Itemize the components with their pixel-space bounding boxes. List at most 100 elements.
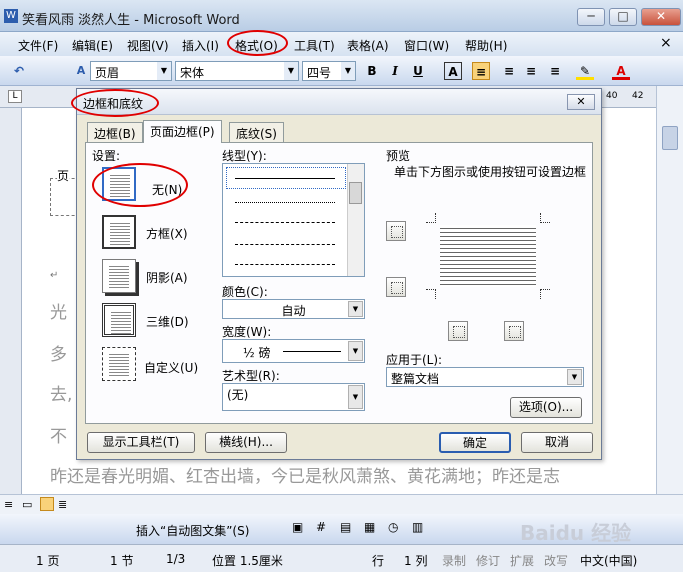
- scroll-thumb[interactable]: [349, 182, 362, 204]
- page-border-panel: 设置: 无(N) 方框(X) 阴影(A) 三维(D) 自定义(U) 线型(Y):…: [85, 142, 593, 424]
- line-style-selected[interactable]: [226, 167, 346, 189]
- width-label: 宽度(W):: [222, 325, 272, 339]
- status-position: 位置 1.5厘米: [212, 554, 283, 568]
- dialog-close-button[interactable]: ✕: [567, 94, 595, 110]
- setting-3d-label[interactable]: 三维(D): [146, 313, 189, 330]
- highlight-icon[interactable]: ✎: [576, 62, 594, 80]
- chevron-down-icon: ▼: [567, 369, 582, 385]
- dotted-line-icon[interactable]: [235, 202, 335, 203]
- options-button[interactable]: 选项(O)...: [510, 397, 582, 418]
- show-toolbar-button[interactable]: 显示工具栏(T): [87, 432, 195, 453]
- art-label: 艺术型(R):: [222, 369, 280, 383]
- tab-shading[interactable]: 底纹(S): [229, 122, 284, 142]
- insert-autotext-button[interactable]: 插入“自动图文集”(S): [136, 522, 249, 539]
- status-ext[interactable]: 扩展: [510, 552, 534, 569]
- menu-help[interactable]: 帮助(H): [465, 37, 507, 54]
- ruler-mark-42: 42: [632, 91, 644, 101]
- art-dropdown[interactable]: (无) ▼: [222, 383, 365, 411]
- line-style-list[interactable]: [222, 163, 365, 277]
- char-border-button[interactable]: A: [444, 62, 462, 80]
- dash-dot-line-icon[interactable]: [235, 264, 335, 265]
- drawing-toolbar: 插入“自动图文集”(S) ▣ # ▤ ▦ ◷ ▥ Baidu 经验: [0, 514, 683, 545]
- status-trk[interactable]: 修订: [476, 552, 500, 569]
- bullets-icon[interactable]: ≡: [522, 62, 540, 80]
- tab-selector[interactable]: L: [8, 90, 22, 103]
- outline-view-icon[interactable]: ≣: [58, 498, 67, 511]
- preview-corner: [540, 289, 550, 299]
- close-document-button[interactable]: ×: [660, 35, 672, 51]
- ok-button[interactable]: 确定: [439, 432, 511, 453]
- normal-view-icon[interactable]: ≡: [4, 498, 13, 511]
- setting-custom-label[interactable]: 自定义(U): [144, 359, 198, 376]
- width-dropdown[interactable]: ½ 磅 ▼: [222, 339, 365, 363]
- font-combo[interactable]: 宋体 ▼: [175, 61, 299, 81]
- menu-tools[interactable]: 工具(T): [294, 37, 335, 54]
- setting-none-highlight: [92, 163, 188, 207]
- setting-3d-option[interactable]: [102, 303, 136, 337]
- font-size-combo[interactable]: 四号 ▼: [302, 61, 356, 81]
- styles-icon[interactable]: A: [72, 62, 90, 80]
- decrease-indent-icon[interactable]: ≡: [546, 62, 564, 80]
- settings-label: 设置:: [92, 149, 121, 163]
- dialog-title-highlight: [71, 89, 159, 117]
- horizontal-line-button[interactable]: 横线(H)...: [205, 432, 287, 453]
- font-color-icon[interactable]: A: [612, 62, 630, 80]
- time-icon[interactable]: ◷: [388, 520, 398, 534]
- menu-edit[interactable]: 编辑(E): [72, 37, 113, 54]
- underline-button[interactable]: U: [409, 62, 427, 80]
- header-tool-icon[interactable]: ▣: [292, 520, 303, 534]
- bold-button[interactable]: B: [363, 62, 381, 80]
- cancel-button[interactable]: 取消: [521, 432, 593, 453]
- setting-box-option[interactable]: [102, 215, 136, 249]
- page-count-icon[interactable]: ▤: [340, 520, 351, 534]
- top-border-toggle[interactable]: [386, 221, 406, 241]
- menu-window[interactable]: 窗口(W): [404, 37, 449, 54]
- close-window-button[interactable]: ✕: [641, 8, 681, 26]
- menu-insert[interactable]: 插入(I): [182, 37, 219, 54]
- style-combo[interactable]: 页眉 ▼: [90, 61, 172, 81]
- print-view-icon[interactable]: [40, 497, 54, 511]
- numbering-icon[interactable]: ≡: [500, 62, 518, 80]
- tab-borders[interactable]: 边框(B): [87, 122, 143, 142]
- minimize-button[interactable]: ─: [577, 8, 605, 26]
- date-icon[interactable]: ▦: [364, 520, 375, 534]
- status-ovr[interactable]: 改写: [544, 552, 568, 569]
- format-menu-highlight: [227, 30, 288, 56]
- horizontal-scrollbar[interactable]: ≡ ▭ ≣: [0, 494, 683, 514]
- setting-shadow-option[interactable]: [102, 259, 136, 293]
- align-justify-icon[interactable]: ≡: [472, 62, 490, 80]
- menu-view[interactable]: 视图(V): [127, 37, 169, 54]
- italic-button[interactable]: I: [386, 62, 404, 80]
- chevron-down-icon: ▼: [348, 341, 363, 361]
- menu-table[interactable]: 表格(A): [347, 37, 389, 54]
- vertical-scrollbar[interactable]: [656, 86, 683, 494]
- undo-icon[interactable]: ↶: [10, 62, 28, 80]
- color-dropdown[interactable]: 自动 ▼: [222, 299, 365, 319]
- web-view-icon[interactable]: ▭: [22, 498, 32, 511]
- ruler-mark-40: 40: [606, 91, 618, 101]
- tab-page-border[interactable]: 页面边框(P): [143, 120, 222, 143]
- preview-corner: [426, 213, 436, 223]
- width-dropdown-value: ½ 磅: [243, 346, 271, 360]
- scroll-thumb[interactable]: [662, 126, 678, 150]
- dashed-line-icon[interactable]: [235, 222, 335, 223]
- maximize-button[interactable]: □: [609, 8, 637, 26]
- setting-custom-option[interactable]: [102, 347, 136, 381]
- formatting-toolbar: ↶ A 页眉 ▼ 宋体 ▼ 四号 ▼ B I U A ≡ ≡ ≡ ≡ ✎ A: [0, 56, 683, 86]
- bottom-border-toggle[interactable]: [386, 277, 406, 297]
- line-style-scrollbar[interactable]: [347, 164, 364, 276]
- preview-area[interactable]: [426, 213, 550, 299]
- right-border-toggle[interactable]: [504, 321, 524, 341]
- left-border-toggle[interactable]: [448, 321, 468, 341]
- apply-to-dropdown[interactable]: 整篇文档 ▼: [386, 367, 584, 387]
- status-rec[interactable]: 录制: [442, 552, 466, 569]
- setting-shadow-icon: [109, 264, 129, 288]
- page-setup-icon[interactable]: ▥: [412, 520, 423, 534]
- setting-box-label[interactable]: 方框(X): [146, 225, 188, 242]
- menu-file[interactable]: 文件(F): [18, 37, 58, 54]
- long-dash-line-icon[interactable]: [235, 244, 335, 245]
- style-combo-value: 页眉: [95, 66, 120, 80]
- setting-shadow-label[interactable]: 阴影(A): [146, 269, 188, 286]
- page-number-icon[interactable]: #: [316, 520, 326, 534]
- doc-line-start: 去,: [50, 385, 73, 405]
